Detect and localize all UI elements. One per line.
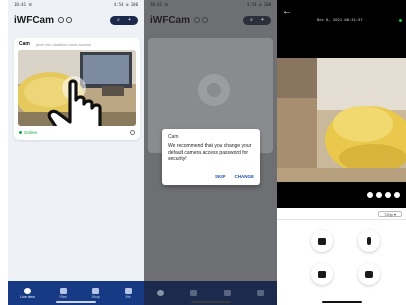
microphone-button[interactable] bbox=[358, 230, 380, 252]
nav-files bbox=[190, 289, 198, 297]
live-view-icon bbox=[157, 289, 165, 296]
person-icon bbox=[124, 287, 132, 294]
control-icons bbox=[367, 192, 400, 198]
stream-timestamp: Dec 8, 2021 00:31:57 bbox=[317, 17, 363, 22]
skip-button[interactable]: SKIP bbox=[215, 174, 226, 179]
fullscreen-icon[interactable] bbox=[394, 192, 400, 198]
live-video[interactable] bbox=[277, 58, 406, 182]
app-title: iWFCam bbox=[150, 14, 190, 26]
change-password-dialog: Cam We recommend that you change your de… bbox=[162, 129, 260, 185]
settings-gear-icon[interactable] bbox=[130, 130, 135, 135]
home-screen: 10:41 ☰ 4:54 ⚙ 100 iWFCam ⌕ + Cam pixel … bbox=[8, 0, 144, 305]
nav-shop bbox=[223, 289, 231, 297]
nav-live-view[interactable]: Live view bbox=[20, 287, 35, 299]
status-indicators: 4:54 ⚙ 100 bbox=[246, 2, 271, 7]
snapshot-button[interactable] bbox=[358, 263, 380, 285]
speaker-icon bbox=[318, 237, 326, 245]
dialog-title: Cam bbox=[168, 134, 179, 140]
resolution-select[interactable]: 720p ▾ bbox=[377, 211, 402, 217]
playback-controls bbox=[277, 182, 406, 208]
cloud-icon bbox=[194, 17, 200, 23]
add-icon[interactable]: + bbox=[128, 17, 131, 23]
status-time: 10:41 ☰ bbox=[150, 2, 169, 7]
app-header: iWFCam ⌕ + bbox=[144, 9, 277, 31]
header-actions: ⌕ + bbox=[243, 15, 271, 25]
status-indicators: 4:54 ⚙ 100 bbox=[113, 2, 138, 7]
status-time: 10:41 ☰ bbox=[14, 2, 33, 7]
record-icon[interactable] bbox=[385, 192, 391, 198]
online-label: Online bbox=[24, 130, 38, 135]
camera-snapshot bbox=[18, 50, 136, 126]
home-indicator bbox=[190, 301, 231, 303]
resolution-value: 720p bbox=[383, 212, 393, 217]
app-title: iWFCam bbox=[14, 14, 54, 26]
folder-icon bbox=[59, 287, 67, 294]
search-icon: ⌕ bbox=[250, 16, 253, 23]
shop-icon bbox=[92, 287, 100, 294]
camera-status-row: Online bbox=[19, 128, 135, 137]
home-indicator bbox=[56, 301, 96, 303]
photo-camera-icon bbox=[365, 270, 373, 278]
nav-live-view bbox=[157, 289, 165, 297]
person-icon bbox=[256, 289, 264, 296]
app-header: iWFCam ⌕ + bbox=[8, 9, 144, 31]
search-icon[interactable]: ⌕ bbox=[117, 17, 120, 23]
status-bar: 10:41 ☰ 4:54 ⚙ 100 bbox=[144, 0, 277, 9]
live-header: ← Dec 8, 2021 00:31:57 bbox=[277, 0, 406, 58]
dialog-message: We recommend that you change your defaul… bbox=[168, 143, 252, 163]
live-view-icon bbox=[24, 287, 32, 294]
tutorial-strip: 10:41 ☰ 4:54 ⚙ 100 iWFCam ⌕ + Cam pixel … bbox=[0, 0, 406, 305]
resolution-row: 720p ▾ bbox=[277, 208, 406, 220]
nav-me[interactable]: Me bbox=[124, 287, 132, 299]
change-button[interactable]: CHANGE bbox=[234, 174, 254, 179]
nav-files[interactable]: Files bbox=[59, 287, 67, 299]
timer-icon[interactable] bbox=[376, 192, 382, 198]
camera-name: Cam bbox=[19, 41, 30, 47]
home-indicator bbox=[321, 301, 362, 303]
nav-label: Shop bbox=[91, 294, 100, 299]
camera-card-header: Cam pixel info disabled ones access bbox=[14, 38, 140, 50]
header-icons bbox=[58, 17, 72, 23]
nav-shop[interactable]: Shop bbox=[91, 287, 100, 299]
share-icon[interactable] bbox=[66, 17, 72, 23]
live-view-screen: ← Dec 8, 2021 00:31:57 720p ▾ bbox=[277, 0, 406, 305]
connection-dot-icon bbox=[399, 19, 402, 22]
camera-hint: pixel info disabled ones access bbox=[35, 41, 91, 47]
shop-icon bbox=[223, 289, 231, 296]
folder-icon bbox=[190, 289, 198, 296]
password-prompt-screen: 10:41 ☰ 4:54 ⚙ 100 iWFCam ⌕ + Cam We rec… bbox=[144, 0, 277, 305]
speaker-button[interactable] bbox=[311, 230, 333, 252]
online-dot-icon bbox=[19, 131, 22, 134]
nav-label: Live view bbox=[20, 294, 35, 299]
share-icon bbox=[202, 17, 208, 23]
nav-me bbox=[256, 289, 264, 297]
camera-card[interactable]: Cam pixel info disabled ones access Onli… bbox=[14, 38, 140, 140]
video-frame bbox=[277, 58, 406, 182]
video-record-button[interactable] bbox=[311, 263, 333, 285]
dialog-actions: SKIP CHANGE bbox=[215, 174, 254, 179]
header-actions: ⌕ + bbox=[110, 15, 138, 25]
nav-label: Me bbox=[125, 294, 131, 299]
header-icons bbox=[194, 17, 208, 23]
back-arrow-icon[interactable]: ← bbox=[282, 7, 292, 17]
status-bar: 10:41 ☰ 4:54 ⚙ 100 bbox=[8, 0, 144, 9]
add-icon: + bbox=[261, 16, 264, 23]
camera-preview[interactable] bbox=[18, 50, 136, 126]
playback-icon[interactable] bbox=[367, 192, 373, 198]
microphone-icon bbox=[367, 237, 371, 245]
cloud-icon[interactable] bbox=[58, 17, 64, 23]
video-camera-icon bbox=[318, 270, 326, 278]
nav-label: Files bbox=[59, 294, 67, 299]
